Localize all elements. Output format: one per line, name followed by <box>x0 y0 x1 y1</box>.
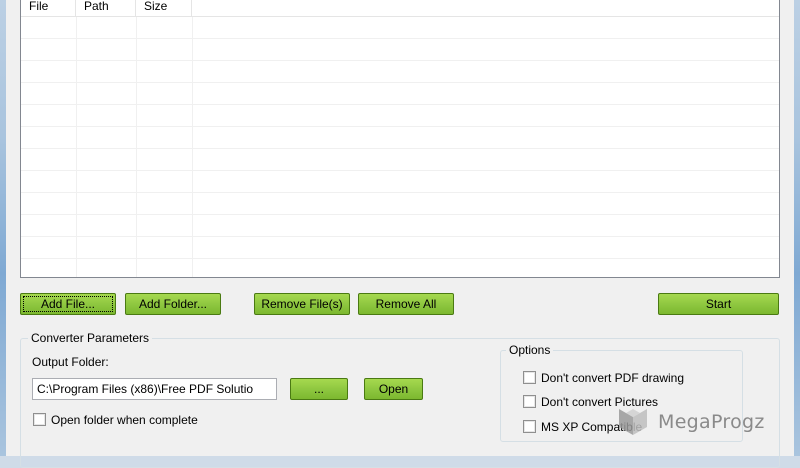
file-list-row[interactable] <box>21 17 779 39</box>
file-list-row[interactable] <box>21 171 779 193</box>
megaprogz-logo-icon <box>619 409 647 435</box>
file-list-row[interactable] <box>21 237 779 259</box>
file-list-rows <box>21 17 779 277</box>
file-list-row[interactable] <box>21 127 779 149</box>
file-list-row[interactable] <box>21 215 779 237</box>
column-header-file[interactable]: File <box>21 0 76 17</box>
file-list-row[interactable] <box>21 193 779 215</box>
converter-parameters-title: Converter Parameters <box>28 331 153 345</box>
megaprogz-watermark-text: MegaProgz <box>658 411 765 433</box>
open-when-complete-checkbox[interactable] <box>33 413 46 426</box>
start-button[interactable]: Start <box>658 293 779 315</box>
add-folder-button[interactable]: Add Folder... <box>125 293 221 315</box>
open-when-complete-label: Open folder when complete <box>51 413 198 427</box>
remove-files-button[interactable]: Remove File(s) <box>254 293 350 315</box>
megaprogz-watermark: MegaProgz <box>616 404 794 440</box>
remove-all-button[interactable]: Remove All <box>358 293 454 315</box>
file-list-row[interactable] <box>21 61 779 83</box>
open-button[interactable]: Open <box>364 378 423 400</box>
window-frame-right <box>794 0 800 456</box>
file-list-header: File Path Size <box>21 0 779 17</box>
dont-convert-pictures-checkbox[interactable] <box>523 395 536 408</box>
file-list-row[interactable] <box>21 149 779 171</box>
add-file-button[interactable]: Add File... <box>20 293 116 315</box>
browse-button[interactable]: ... <box>290 378 348 400</box>
file-list-row[interactable] <box>21 39 779 61</box>
output-folder-label: Output Folder: <box>32 355 109 369</box>
file-list-row[interactable] <box>21 105 779 127</box>
file-list-row[interactable] <box>21 83 779 105</box>
dont-convert-drawing-label: Don't convert PDF drawing <box>541 371 685 385</box>
column-header-path[interactable]: Path <box>76 0 136 17</box>
ms-xp-compatible-checkbox[interactable] <box>523 420 536 433</box>
output-folder-input[interactable]: C:\Program Files (x86)\Free PDF Solutio <box>32 378 277 400</box>
options-title: Options <box>506 343 554 357</box>
dont-convert-drawing-checkbox[interactable] <box>523 371 536 384</box>
column-header-size[interactable]: Size <box>136 0 192 17</box>
file-list[interactable]: File Path Size <box>20 0 780 278</box>
converter-window: File Path Size Add File... Add Folder...… <box>6 0 794 468</box>
